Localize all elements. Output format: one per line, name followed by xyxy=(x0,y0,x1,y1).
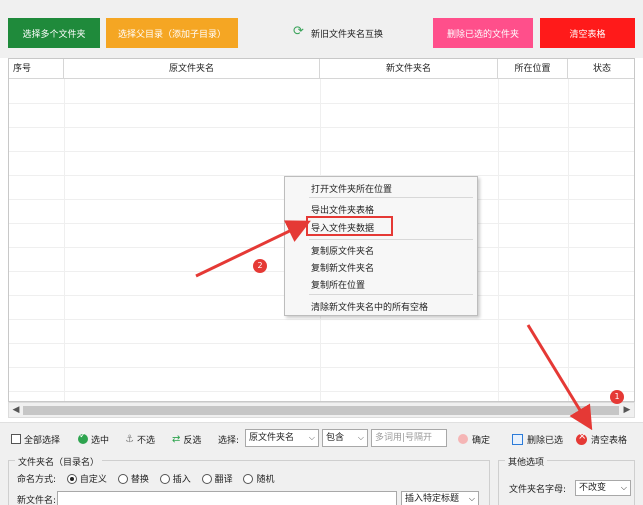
match-mode-dropdown[interactable]: 包含 ⌵ xyxy=(322,429,368,447)
menu-item-clear-spaces[interactable]: 清除新文件夹名中的所有空格 xyxy=(311,300,428,313)
case-dropdown[interactable]: 不改变 ⌵ xyxy=(575,480,631,496)
swap-names-button[interactable]: 新旧文件夹名互换 xyxy=(284,18,392,48)
confirm-icon xyxy=(458,434,468,444)
naming-mode-row: 命名方式: 自定义 替换 插入 翻译 随机 xyxy=(17,472,283,485)
insert-title-label: 插入特定标题 xyxy=(405,494,460,504)
grid-row xyxy=(9,343,634,344)
naming-mode-label: 命名方式: xyxy=(17,475,57,485)
grid-row xyxy=(9,367,634,368)
invert-button[interactable]: ⇄ 反选 xyxy=(172,431,201,447)
radio-insert-label: 插入 xyxy=(172,475,191,485)
select-label: 选择: xyxy=(218,435,240,446)
anchor-icon: ⚓ xyxy=(125,433,134,445)
select-parent-directory-button[interactable]: 选择父目录（添加子目录） xyxy=(106,18,238,48)
step-badge-2: 2 xyxy=(253,259,267,273)
radio-replace-label: 替换 xyxy=(130,475,149,485)
swap-icon xyxy=(293,24,305,39)
new-name-input[interactable] xyxy=(57,491,397,505)
uncheck-label: 不选 xyxy=(136,435,155,446)
radio-insert[interactable] xyxy=(159,473,170,484)
clear-table-label: 清空表格 xyxy=(591,435,628,446)
check-label: 选中 xyxy=(91,435,110,446)
swap-names-label: 新旧文件夹名互换 xyxy=(310,29,383,40)
radio-translate[interactable] xyxy=(201,473,212,484)
chevron-down-icon: ⌵ xyxy=(308,433,315,442)
chevron-down-icon: ⌵ xyxy=(468,494,475,503)
close-circle-icon xyxy=(576,431,587,445)
checkbox-icon xyxy=(11,434,21,444)
other-options-title: 其他选项 xyxy=(505,455,548,468)
other-options-group: 其他选项 文件夹名字母: 不改变 ⌵ xyxy=(498,455,635,505)
radio-random-label: 随机 xyxy=(256,475,275,485)
delete-icon xyxy=(512,433,523,445)
header-original-name[interactable]: 原文件夹名 xyxy=(64,59,320,79)
scroll-right-icon[interactable]: ▶ xyxy=(621,404,633,416)
select-multiple-folders-button[interactable]: 选择多个文件夹 xyxy=(8,18,100,48)
clear-table-top-button[interactable]: 清空表格 xyxy=(540,18,635,48)
settings-panel: 文件夹名（目录名） 命名方式: 自定义 替换 插入 翻译 随机 新文件名: 插入… xyxy=(0,452,643,505)
menu-item-copy-location[interactable]: 复制所在位置 xyxy=(311,278,365,291)
radio-random[interactable] xyxy=(243,473,254,484)
confirm-button[interactable]: 确定 xyxy=(458,431,490,447)
folder-name-group: 文件夹名（目录名） 命名方式: 自定义 替换 插入 翻译 随机 新文件名: 插入… xyxy=(8,455,490,505)
horizontal-scrollbar[interactable]: ◀ ▶ xyxy=(8,402,635,418)
header-index[interactable]: 序号 xyxy=(9,59,64,79)
check-circle-icon xyxy=(78,431,88,444)
grid-row xyxy=(9,127,634,128)
chevron-down-icon: ⌵ xyxy=(357,433,364,442)
delete-selected-button[interactable]: 删除已选 xyxy=(512,431,563,447)
action-toolbar: 全部选择 选中 ⚓ 不选 ⇄ 反选 选择: 原文件夹名 ⌵ 包含 ⌵ 多词用|号… xyxy=(0,422,643,452)
menu-item-copy-original[interactable]: 复制原文件夹名 xyxy=(311,244,374,257)
menu-separator xyxy=(309,197,473,198)
invert-label: 反选 xyxy=(183,435,202,446)
highlight-box xyxy=(306,216,393,236)
select-field-value: 原文件夹名 xyxy=(249,433,295,443)
header-location[interactable]: 所在位置 xyxy=(498,59,568,79)
delete-selected-folders-button[interactable]: 删除已选的文件夹 xyxy=(433,18,533,48)
match-mode-value: 包含 xyxy=(326,433,345,443)
radio-replace[interactable] xyxy=(117,473,128,484)
select-all-checkbox[interactable]: 全部选择 xyxy=(11,431,60,447)
radio-custom[interactable] xyxy=(66,473,77,484)
invert-icon: ⇄ xyxy=(172,433,181,445)
menu-item-copy-new[interactable]: 复制新文件夹名 xyxy=(311,261,374,274)
menu-item-open-location[interactable]: 打开文件夹所在位置 xyxy=(311,182,392,195)
keyword-input[interactable]: 多词用|号隔开 xyxy=(371,429,447,447)
check-button[interactable]: 选中 xyxy=(78,431,109,447)
case-label: 文件夹名字母: xyxy=(509,485,567,495)
delete-selected-label: 删除已选 xyxy=(527,435,564,446)
grid-row xyxy=(9,151,634,152)
step-badge-1: 1 xyxy=(610,390,624,404)
menu-item-export-table[interactable]: 导出文件夹表格 xyxy=(311,203,374,216)
grid-row xyxy=(9,319,634,320)
new-name-label: 新文件名: xyxy=(17,496,57,505)
table-header: 序号 原文件夹名 新文件夹名 所在位置 状态 xyxy=(9,59,634,79)
uncheck-button[interactable]: ⚓ 不选 xyxy=(125,431,155,447)
radio-translate-label: 翻译 xyxy=(214,475,233,485)
confirm-label: 确定 xyxy=(472,435,491,446)
header-status[interactable]: 状态 xyxy=(568,59,634,79)
grid-row xyxy=(9,103,634,104)
case-value: 不改变 xyxy=(579,483,607,493)
header-new-name[interactable]: 新文件夹名 xyxy=(320,59,498,79)
context-menu: 打开文件夹所在位置 导出文件夹表格 导入文件夹数据 复制原文件夹名 复制新文件夹… xyxy=(284,176,478,316)
select-field-dropdown[interactable]: 原文件夹名 ⌵ xyxy=(245,429,319,447)
clear-table-button[interactable]: 清空表格 xyxy=(576,431,627,447)
top-toolbar: 选择多个文件夹 选择父目录（添加子目录） 新旧文件夹名互换 删除已选的文件夹 清… xyxy=(0,0,643,58)
grid-row xyxy=(9,391,634,392)
scroll-left-icon[interactable]: ◀ xyxy=(10,404,22,416)
radio-custom-label: 自定义 xyxy=(79,475,107,485)
menu-separator xyxy=(309,239,473,240)
folder-name-group-title: 文件夹名（目录名） xyxy=(15,455,103,468)
chevron-down-icon: ⌵ xyxy=(620,483,627,492)
menu-separator xyxy=(309,294,473,295)
insert-title-dropdown[interactable]: 插入特定标题 ⌵ xyxy=(401,491,479,505)
scrollbar-thumb[interactable] xyxy=(23,406,619,415)
select-all-label: 全部选择 xyxy=(24,435,61,446)
